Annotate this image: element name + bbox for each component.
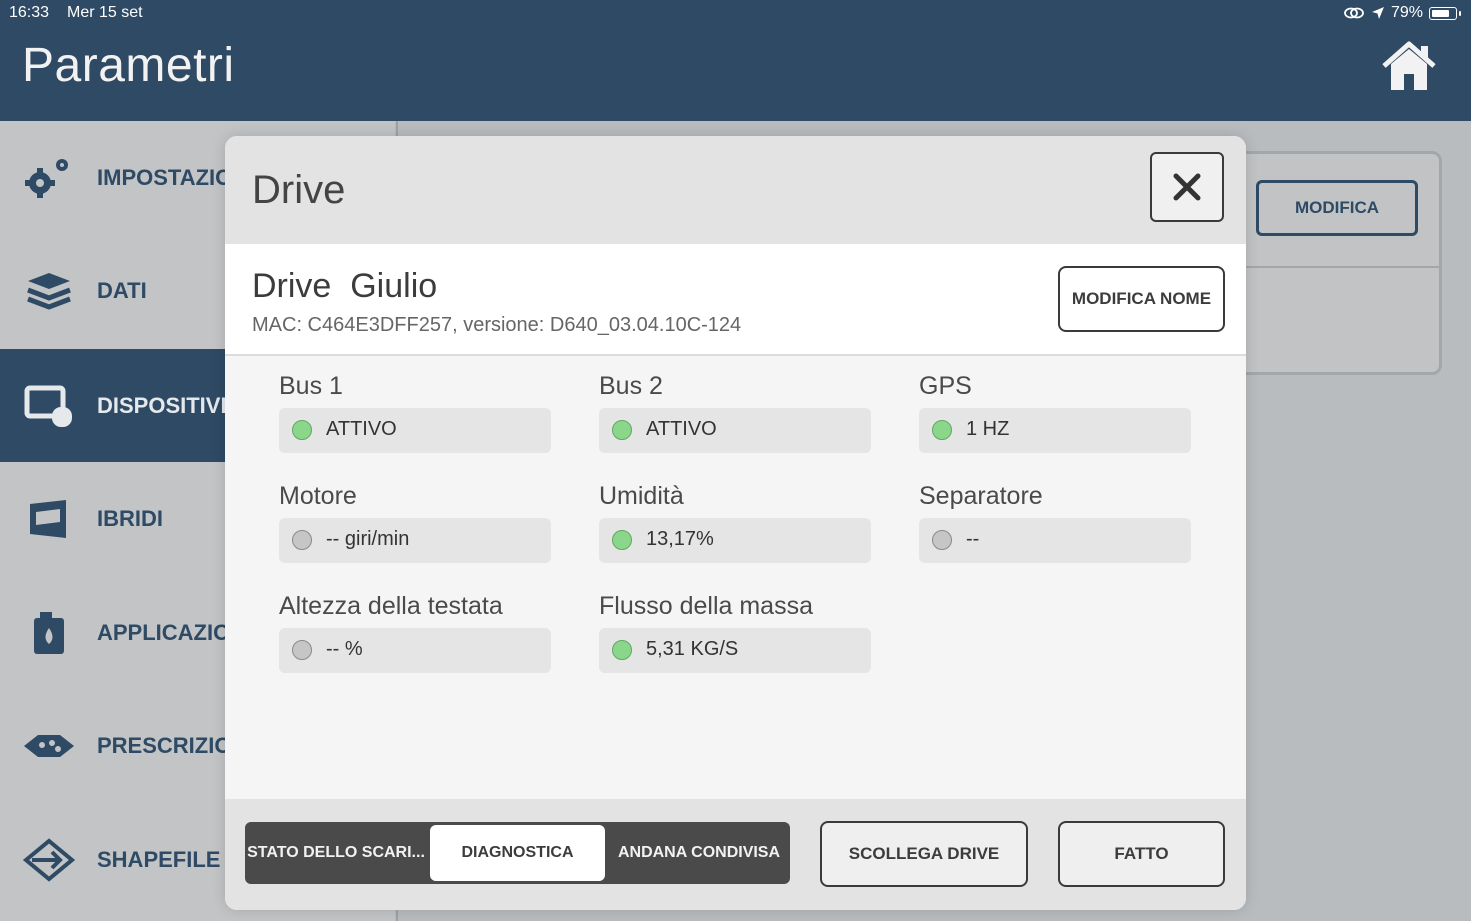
layers-icon xyxy=(27,272,71,310)
diag-value: 5,31 KG/S xyxy=(646,638,739,660)
status-dot-icon xyxy=(612,640,632,660)
seed-bag-icon xyxy=(30,499,66,538)
diag-label: Separatore xyxy=(919,482,1043,510)
page-title: Parametri xyxy=(22,39,235,92)
diag-value-box: ATTIVO xyxy=(599,408,871,453)
status-dot-icon xyxy=(612,530,632,550)
device-info-panel: Drive Giulio MAC: C464E3DFF257, versione… xyxy=(225,244,1246,356)
tab-andana-condivisa[interactable]: ANDANA CONDIVISA xyxy=(608,822,790,884)
app-header: 16:33 Mer 15 set 79% Parametri xyxy=(0,0,1471,121)
status-bar: 16:33 Mer 15 set 79% xyxy=(0,0,1471,26)
diag-value-box: -- % xyxy=(279,628,551,673)
battery-percent: 79% xyxy=(1390,4,1423,21)
diag-label: Umidità xyxy=(599,482,684,510)
status-dot-icon xyxy=(292,640,312,660)
diag-value: ATTIVO xyxy=(646,418,717,440)
diag-value: -- giri/min xyxy=(326,528,410,550)
location-arrow-icon xyxy=(1371,7,1384,19)
status-dot-icon xyxy=(932,420,952,440)
fluid-container-icon xyxy=(34,611,64,654)
device-name: Drive Giulio xyxy=(252,267,438,305)
gears-icon xyxy=(25,158,68,198)
rename-button[interactable]: MODIFICA NOME xyxy=(1058,266,1225,332)
status-indicators: 79% xyxy=(1343,4,1461,22)
diag-value: -- % xyxy=(326,638,363,660)
import-arrow-icon xyxy=(22,837,76,882)
diag-label: Flusso della massa xyxy=(599,592,813,620)
status-dot-icon xyxy=(292,530,312,550)
sidebar-item-label: IBRIDI xyxy=(97,505,163,531)
modal-title: Drive xyxy=(252,168,346,212)
status-dot-icon xyxy=(612,420,632,440)
status-date: Mer 15 set xyxy=(67,4,143,21)
sidebar-item-label: SHAPEFILE xyxy=(97,846,221,872)
diag-value: -- xyxy=(966,528,980,550)
sidebar-item-label: DISPOSITIVI xyxy=(97,392,227,418)
diag-label: Bus 1 xyxy=(279,372,343,400)
sidebar-item-label: DATI xyxy=(97,277,147,303)
device-mac-version: MAC: C464E3DFF257, versione: D640_03.04.… xyxy=(252,314,742,336)
status-time: 16:33 xyxy=(9,4,50,21)
drive-modal: Drive Drive Giulio MAC: C464E3DFF257, ve… xyxy=(225,136,1246,910)
devices-icon xyxy=(24,385,72,427)
diag-label: Bus 2 xyxy=(599,372,663,400)
diag-label: Altezza della testata xyxy=(279,592,503,620)
done-button[interactable]: FATTO xyxy=(1058,821,1225,887)
home-icon[interactable] xyxy=(1380,40,1438,92)
modal-footer: STATO DELLO SCARI... DIAGNOSTICA ANDANA … xyxy=(225,799,1246,910)
tab-diagnostica[interactable]: DIAGNOSTICA xyxy=(430,825,605,881)
diag-value-box: 1 HZ xyxy=(919,408,1191,453)
battery-level xyxy=(1432,9,1449,17)
tab-stato-scarico[interactable]: STATO DELLO SCARI... xyxy=(245,822,427,884)
status-dot-icon xyxy=(932,530,952,550)
battery-icon xyxy=(1429,6,1461,20)
prescription-map-icon xyxy=(24,734,74,757)
diag-value-box: 5,31 KG/S xyxy=(599,628,871,673)
diag-label: GPS xyxy=(919,372,972,400)
diag-value: 13,17% xyxy=(646,528,714,550)
close-button[interactable] xyxy=(1150,152,1224,222)
link-icon xyxy=(1344,7,1364,19)
status-dot-icon xyxy=(292,420,312,440)
diag-value: ATTIVO xyxy=(326,418,397,440)
modal-header: Drive xyxy=(225,136,1246,244)
diag-value-box: -- xyxy=(919,518,1191,563)
diag-value-box: -- giri/min xyxy=(279,518,551,563)
tab-segmented-control: STATO DELLO SCARI... DIAGNOSTICA ANDANA … xyxy=(245,822,790,884)
modifica-button[interactable]: MODIFICA xyxy=(1256,180,1418,236)
diag-value-box: 13,17% xyxy=(599,518,871,563)
diag-value-box: ATTIVO xyxy=(279,408,551,453)
diag-value: 1 HZ xyxy=(966,418,1010,440)
close-icon xyxy=(1173,173,1201,201)
diag-label: Motore xyxy=(279,482,357,510)
disconnect-drive-button[interactable]: SCOLLEGA DRIVE xyxy=(820,821,1028,887)
